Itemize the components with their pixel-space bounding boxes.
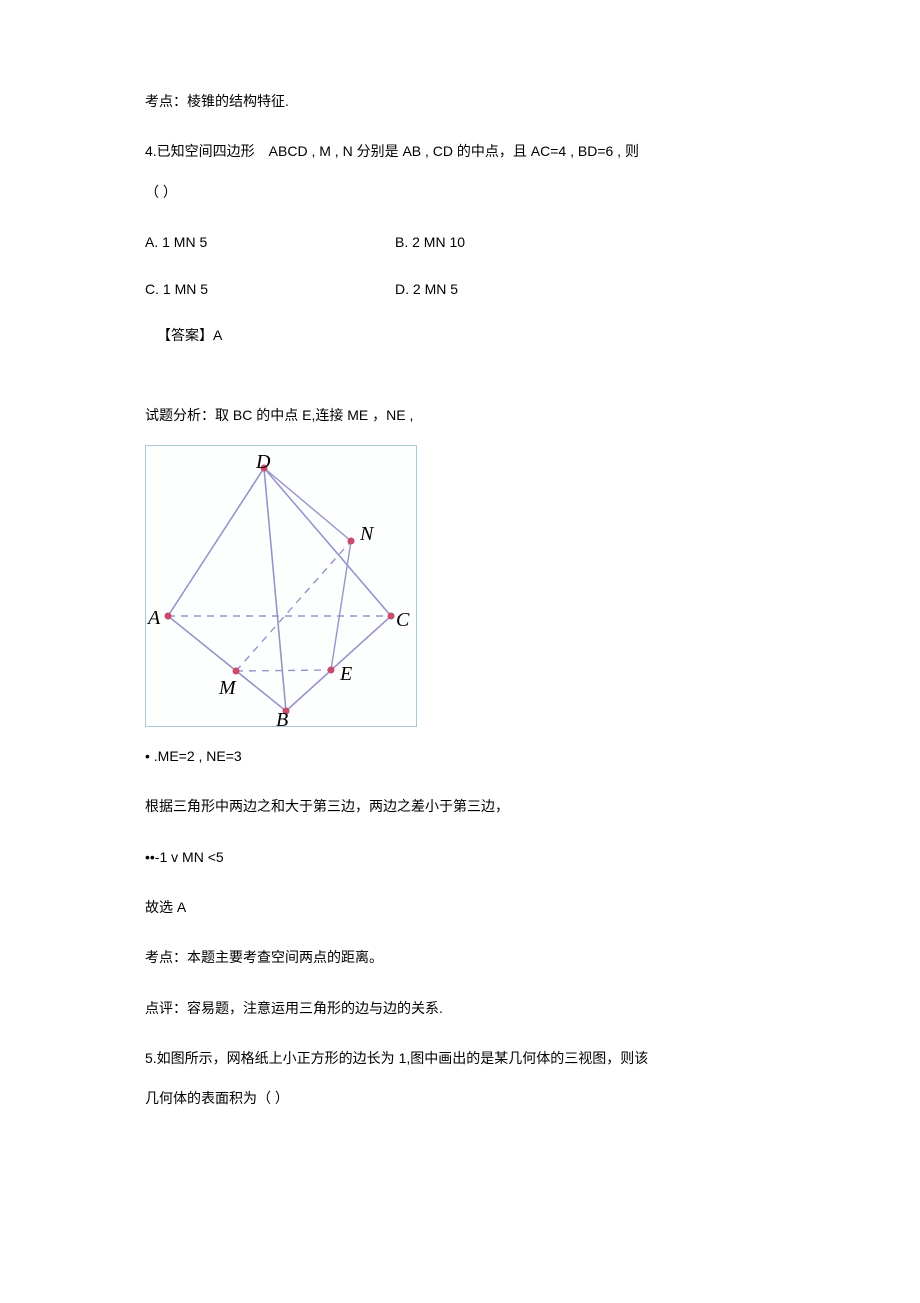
label-a: A — [148, 602, 160, 634]
q4-topic: 考点：本题主要考查空间两点的距离。 — [145, 946, 780, 968]
q4-option-b: B. 2 MN 10 — [395, 231, 465, 253]
q4-conclude: 故选 A — [145, 896, 780, 918]
q4-option-d: D. 2 MN 5 — [395, 278, 458, 300]
q4-triangle-rule: 根据三角形中两边之和大于第三边，两边之差小于第三边， — [145, 795, 780, 817]
label-b: B — [276, 704, 288, 736]
document-page: 考点：棱锥的结构特征. 4.已知空间四边形 ABCD , M , N 分别是 A… — [0, 0, 920, 1303]
q4-options-row2: C. 1 MN 5 D. 2 MN 5 — [145, 278, 780, 300]
label-d: D — [256, 446, 270, 478]
q4-option-c: C. 1 MN 5 — [145, 278, 395, 300]
q4-comment: 点评：容易题，注意运用三角形的边与边的关系. — [145, 997, 780, 1019]
q4-options-row1: A. 1 MN 5 B. 2 MN 10 — [145, 231, 780, 253]
q5-stem-line1: 5.如图所示，网格纸上小正方形的边长为 1,图中画出的是某几何体的三视图，则该 — [145, 1047, 780, 1069]
tetrahedron-diagram: D N A C M E B — [145, 445, 417, 727]
label-n: N — [360, 518, 373, 550]
q4-range: ••-1 v MN <5 — [145, 846, 780, 868]
label-m: M — [219, 672, 236, 704]
q4-me-ne: • .ME=2 , NE=3 — [145, 745, 780, 767]
q4-option-a: A. 1 MN 5 — [145, 231, 395, 253]
label-e: E — [340, 658, 352, 690]
diagram-svg — [146, 446, 416, 726]
prev-topic: 考点：棱锥的结构特征. — [145, 90, 780, 112]
q5-stem-line2: 几何体的表面积为（ ） — [145, 1087, 780, 1109]
q4-answer: 【答案】A — [145, 324, 780, 346]
label-c: C — [396, 604, 409, 636]
q4-stem-line2: （ ） — [145, 181, 780, 203]
q4-stem-line1: 4.已知空间四边形 ABCD , M , N 分别是 AB , CD 的中点，且… — [145, 140, 780, 162]
q4-analysis-intro: 试题分析：取 BC 的中点 E,连接 ME ，NE , — [145, 404, 780, 426]
